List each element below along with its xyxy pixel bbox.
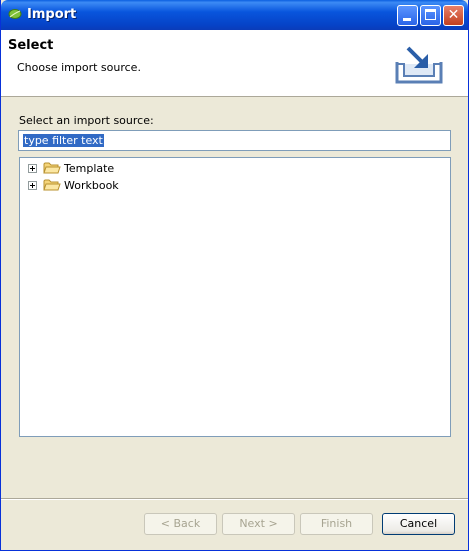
filter-input[interactable]: type filter text: [18, 130, 451, 151]
leaf-icon: [8, 9, 22, 19]
next-button[interactable]: Next >: [222, 513, 295, 535]
import-source-tree[interactable]: Template Workbook: [19, 157, 451, 437]
close-button[interactable]: ✕: [443, 5, 464, 26]
page-title: Select: [8, 38, 54, 53]
tree-item-label: Workbook: [64, 179, 119, 192]
title-bar[interactable]: Import ✕: [1, 0, 468, 30]
filter-text: type filter text: [23, 134, 104, 147]
window-title: Import: [27, 7, 77, 22]
folder-icon: [43, 179, 61, 191]
tree-item-label: Template: [64, 162, 115, 175]
import-wizard-icon: [395, 46, 443, 84]
minimize-icon: [403, 18, 411, 21]
source-label: Select an import source:: [19, 114, 154, 127]
finish-button[interactable]: Finish: [300, 513, 373, 535]
expand-plus-icon[interactable]: [28, 164, 37, 173]
cancel-button[interactable]: Cancel: [382, 513, 455, 535]
footer-separator-highlight: [1, 499, 468, 500]
page-description: Choose import source.: [17, 61, 141, 74]
import-dialog: Import ✕ Select Choose import source. Se…: [0, 0, 469, 551]
maximize-button[interactable]: [420, 5, 441, 26]
back-button[interactable]: < Back: [144, 513, 217, 535]
maximize-icon: [425, 9, 436, 20]
minimize-button[interactable]: [397, 5, 418, 26]
wizard-header: Select Choose import source.: [1, 30, 468, 97]
expand-plus-icon[interactable]: [28, 181, 37, 190]
folder-icon: [43, 162, 61, 174]
close-icon: ✕: [447, 7, 460, 23]
